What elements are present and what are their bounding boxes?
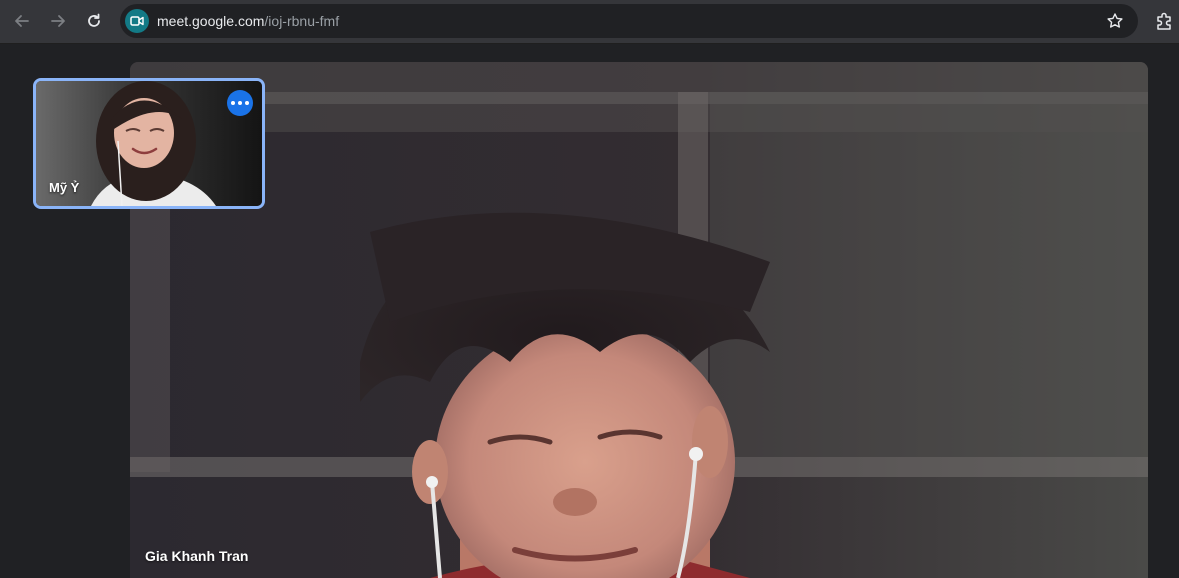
arrow-right-icon (51, 15, 65, 27)
puzzle-piece-icon (1157, 12, 1171, 30)
meeting-stage: Gia Khanh Tran Mỹ Ỷ (0, 44, 1179, 578)
self-name-label: Mỹ Ỷ (49, 180, 80, 195)
reload-button[interactable] (79, 6, 109, 36)
google-meet-icon (130, 16, 144, 26)
more-options-icon-dot (238, 101, 242, 105)
url-text: meet.google.com/ioj-rbnu-fmf (157, 4, 339, 38)
main-participant-tile[interactable]: Gia Khanh Tran (130, 62, 1148, 578)
arrow-left-icon (15, 15, 29, 27)
back-button[interactable] (7, 6, 37, 36)
more-options-button[interactable] (227, 90, 253, 116)
participant-name: Gia Khanh Tran (145, 548, 249, 564)
participant-video-feed (130, 62, 1148, 578)
bookmark-button[interactable] (1106, 12, 1124, 30)
extensions-button[interactable] (1154, 10, 1176, 32)
self-view-tile[interactable]: Mỹ Ỷ (33, 78, 265, 209)
url-host: meet.google.com (157, 13, 265, 29)
site-info-button[interactable] (125, 9, 149, 33)
reload-icon (88, 13, 100, 27)
more-options-icon-dot (245, 101, 249, 105)
browser-toolbar: meet.google.com/ioj-rbnu-fmf (0, 0, 1179, 44)
star-icon (1107, 13, 1123, 28)
url-path: /ioj-rbnu-fmf (264, 13, 340, 29)
more-options-icon (231, 101, 235, 105)
forward-button[interactable] (43, 6, 73, 36)
address-bar[interactable]: meet.google.com/ioj-rbnu-fmf (120, 4, 1138, 38)
